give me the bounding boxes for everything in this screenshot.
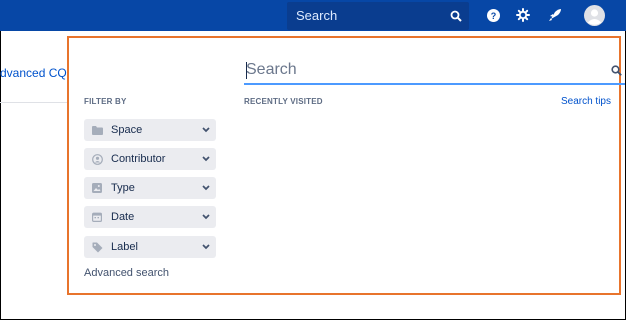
chevron-down-icon (202, 214, 210, 220)
filter-space[interactable]: Space (84, 119, 216, 141)
filter-label[interactable]: Label (84, 236, 216, 258)
filter-type[interactable]: Type (84, 177, 216, 199)
notifications-icon[interactable] (548, 8, 562, 22)
search-dialog: FILTER BY RECENTLY VISITED Search tips S… (67, 36, 625, 295)
folder-icon (92, 126, 103, 135)
advanced-search-link[interactable]: Advanced search (84, 267, 169, 279)
help-icon[interactable]: ? (487, 9, 500, 22)
filter-date[interactable]: Date (84, 206, 216, 228)
filter-space-label: Space (111, 124, 143, 136)
filter-date-label: Date (111, 211, 135, 223)
search-field[interactable] (244, 59, 625, 85)
calendar-icon (92, 212, 102, 222)
chevron-down-icon (202, 185, 210, 191)
recently-visited-heading: RECENTLY VISITED (244, 97, 323, 106)
background-divider (0, 102, 68, 103)
header-search-box[interactable]: Search (287, 2, 469, 30)
header-search-placeholder: Search (296, 8, 338, 23)
chevron-down-icon (202, 127, 210, 133)
chevron-down-icon (202, 156, 210, 162)
search-tips-link[interactable]: Search tips (561, 96, 611, 107)
settings-icon[interactable] (516, 8, 530, 22)
filter-label-label: Label (111, 241, 138, 253)
filter-by-heading: FILTER BY (84, 97, 127, 106)
image-icon (92, 183, 102, 193)
search-icon[interactable] (611, 65, 622, 76)
text-cursor (246, 62, 247, 79)
advanced-cql-link[interactable]: dvanced CQL (0, 66, 73, 80)
filter-type-label: Type (111, 182, 135, 194)
top-navigation-bar: Search ? (0, 0, 626, 31)
filter-contributor-label: Contributor (111, 153, 166, 165)
user-icon (92, 154, 103, 165)
search-icon[interactable] (450, 10, 462, 22)
svg-text:?: ? (491, 11, 497, 21)
filter-contributor[interactable]: Contributor (84, 148, 216, 170)
search-input[interactable] (246, 59, 601, 81)
user-avatar-icon[interactable] (584, 5, 605, 26)
chevron-down-icon (202, 244, 210, 250)
tag-icon (92, 242, 103, 253)
